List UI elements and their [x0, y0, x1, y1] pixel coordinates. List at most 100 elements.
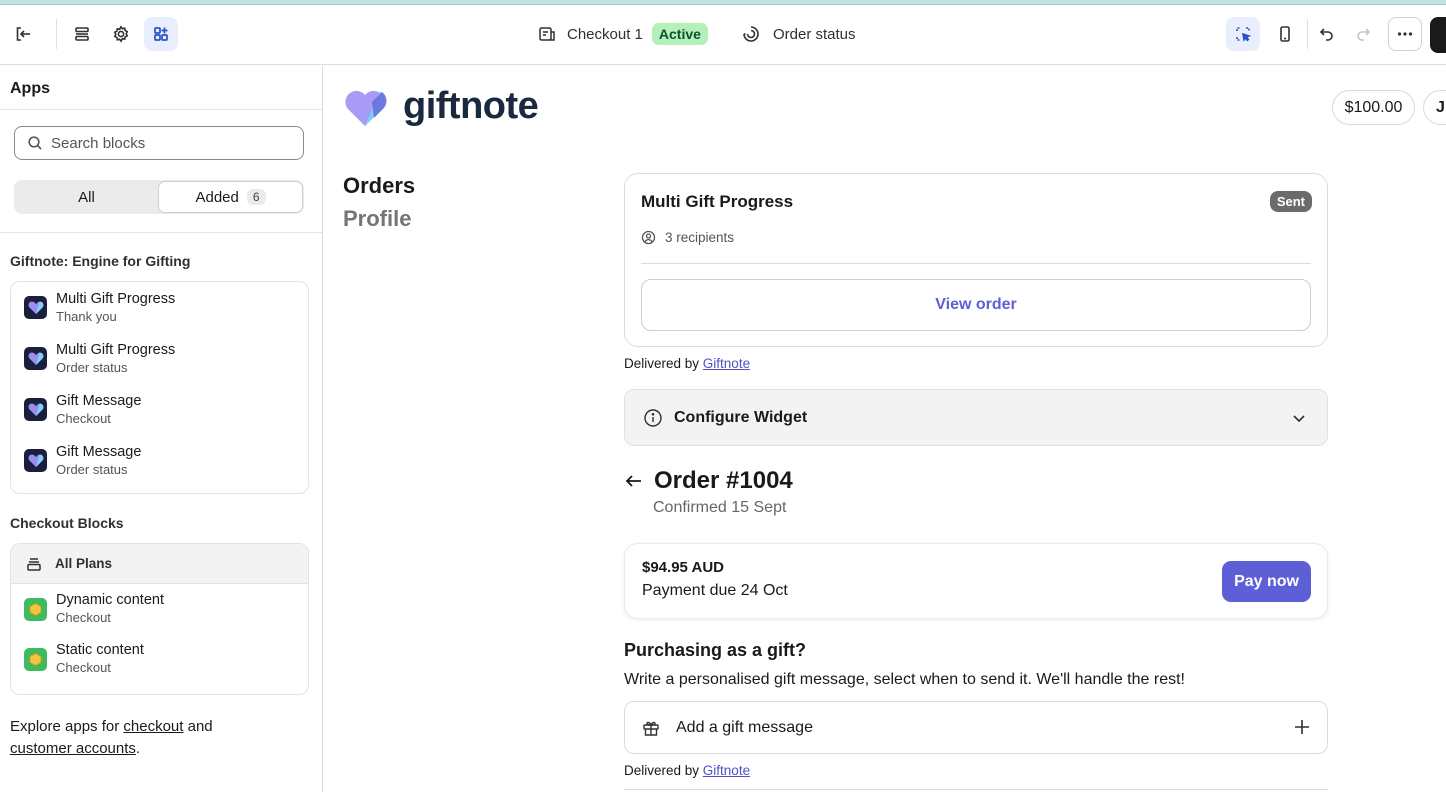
apps-button[interactable] — [144, 17, 178, 51]
configure-widget-toggle[interactable]: Configure Widget — [624, 389, 1328, 446]
sections-icon — [75, 27, 89, 41]
exit-icon — [16, 27, 30, 41]
order-title: Order #1004 — [654, 467, 793, 494]
toolbar-divider — [56, 19, 57, 49]
giftnote-link[interactable]: Giftnote — [703, 763, 750, 778]
block-name: Dynamic content — [56, 592, 164, 608]
back-arrow-icon[interactable] — [624, 471, 644, 491]
gift-icon — [643, 721, 659, 736]
search-icon — [28, 136, 42, 150]
account-avatar[interactable]: J — [1423, 90, 1446, 125]
nav-profile[interactable]: Profile — [343, 206, 411, 232]
recipients-count: 3 recipients — [665, 230, 735, 245]
add-gift-message-label: Add a gift message — [676, 718, 813, 736]
order-confirmed-date: Confirmed 15 Sept — [653, 499, 787, 516]
customer-accounts-link[interactable]: customer accounts — [10, 740, 136, 757]
exit-button[interactable] — [6, 17, 40, 51]
mobile-preview-button[interactable] — [1268, 17, 1302, 51]
delivered-by-text: Delivered by Giftnote — [624, 356, 750, 371]
payment-due-card: $94.95 AUD Payment due 24 Oct Pay now — [624, 543, 1328, 619]
page-selector[interactable]: Order status — [741, 21, 856, 47]
block-name: Multi Gift Progress — [56, 341, 176, 358]
explore-middle: and — [183, 718, 213, 735]
apps-sidebar: Apps Search blocks All Added 6 Giftnote:… — [0, 66, 323, 792]
redo-button[interactable] — [1346, 17, 1380, 51]
block-item[interactable]: Gift Message Order status — [11, 435, 308, 486]
nav-orders[interactable]: Orders — [343, 173, 415, 199]
block-target: Checkout — [56, 660, 111, 675]
block-name: Static content — [56, 642, 144, 658]
gift-question: Purchasing as a gift? — [624, 640, 807, 660]
checkout-selector[interactable]: Checkout 1 Active — [537, 21, 708, 47]
explore-prefix: Explore apps for — [10, 718, 124, 735]
app-blocks-card: Multi Gift Progress Thank you Multi Gift … — [10, 281, 309, 494]
plans-label: All Plans — [55, 556, 113, 571]
tab-added-label: Added — [195, 188, 239, 206]
app-group-title: Giftnote: Engine for Gifting — [10, 253, 191, 269]
redo-icon — [1357, 28, 1371, 41]
undo-button[interactable] — [1310, 17, 1344, 51]
payment-due-date: Payment due 24 Oct — [642, 582, 788, 599]
editor-topbar: Checkout 1 Active Order status — [0, 5, 1446, 65]
search-placeholder: Search blocks — [51, 134, 146, 152]
gift-progress-title: Multi Gift Progress — [641, 192, 794, 211]
block-name: Gift Message — [56, 443, 142, 460]
divider — [641, 263, 1311, 264]
plus-icon — [1295, 720, 1309, 734]
block-name: Gift Message — [56, 392, 142, 409]
select-cursor-icon — [1236, 27, 1252, 42]
explore-apps-text: Explore apps for checkout and customer ac… — [10, 716, 310, 760]
store-logo: giftnote — [343, 84, 539, 128]
apps-icon — [154, 27, 168, 41]
configure-widget-label: Configure Widget — [674, 408, 808, 426]
added-count-badge: 6 — [246, 189, 266, 205]
delivered-prefix: Delivered by — [624, 356, 703, 371]
more-actions-button[interactable] — [1388, 17, 1422, 51]
block-target: Checkout — [56, 610, 111, 625]
page-select-label: Order status — [773, 25, 856, 43]
tab-all[interactable]: All — [15, 181, 158, 213]
view-order-button[interactable]: View order — [641, 279, 1311, 331]
giftnote-link[interactable]: Giftnote — [703, 356, 750, 371]
pay-now-button[interactable]: Pay now — [1222, 561, 1311, 602]
block-item[interactable]: Static content Checkout — [11, 634, 308, 684]
delivered-prefix: Delivered by — [624, 763, 703, 778]
checkout-icon — [539, 27, 555, 41]
preview-canvas: giftnote $100.00 J Orders Profile Multi … — [326, 66, 1446, 792]
block-item[interactable]: Dynamic content Checkout — [11, 584, 308, 634]
sidebar-title: Apps — [0, 66, 322, 110]
info-icon — [644, 408, 662, 427]
user-circle-icon — [641, 230, 656, 245]
order-header: Order #1004 — [624, 467, 793, 495]
gear-icon — [113, 25, 129, 43]
chevron-down-icon — [1293, 415, 1305, 423]
giftnote-logo-icon — [345, 90, 387, 126]
gift-description: Write a personalised gift message, selec… — [624, 671, 1185, 688]
block-item[interactable]: Multi Gift Progress Thank you — [11, 282, 308, 333]
filter-tabs: All Added 6 — [14, 180, 304, 214]
add-gift-message-button[interactable]: Add a gift message — [624, 701, 1328, 754]
payment-amount: $94.95 AUD — [642, 559, 724, 576]
tab-added[interactable]: Added 6 — [158, 181, 303, 213]
logo-text: giftnote — [403, 84, 539, 127]
block-target: Thank you — [56, 308, 117, 324]
settings-button[interactable] — [104, 17, 138, 51]
sections-button[interactable] — [65, 17, 99, 51]
inspector-button[interactable] — [1226, 17, 1260, 51]
mobile-icon — [1280, 26, 1290, 42]
checkout-blocks-app-icon — [24, 647, 47, 671]
block-name: Multi Gift Progress — [56, 290, 176, 307]
block-item[interactable]: Gift Message Checkout — [11, 384, 308, 435]
block-target: Checkout — [56, 410, 111, 426]
giftnote-app-icon — [24, 398, 47, 421]
checkout-group-title: Checkout Blocks — [10, 515, 124, 531]
order-status-icon — [743, 26, 759, 42]
plans-stack-icon — [27, 557, 41, 571]
plans-header: All Plans — [11, 544, 308, 584]
balance-pill[interactable]: $100.00 — [1332, 90, 1415, 125]
block-item[interactable]: Multi Gift Progress Order status — [11, 333, 308, 384]
save-button[interactable] — [1430, 17, 1446, 53]
search-input[interactable]: Search blocks — [14, 126, 304, 160]
checkout-link[interactable]: checkout — [123, 718, 183, 735]
more-horizontal-icon — [1397, 32, 1413, 36]
